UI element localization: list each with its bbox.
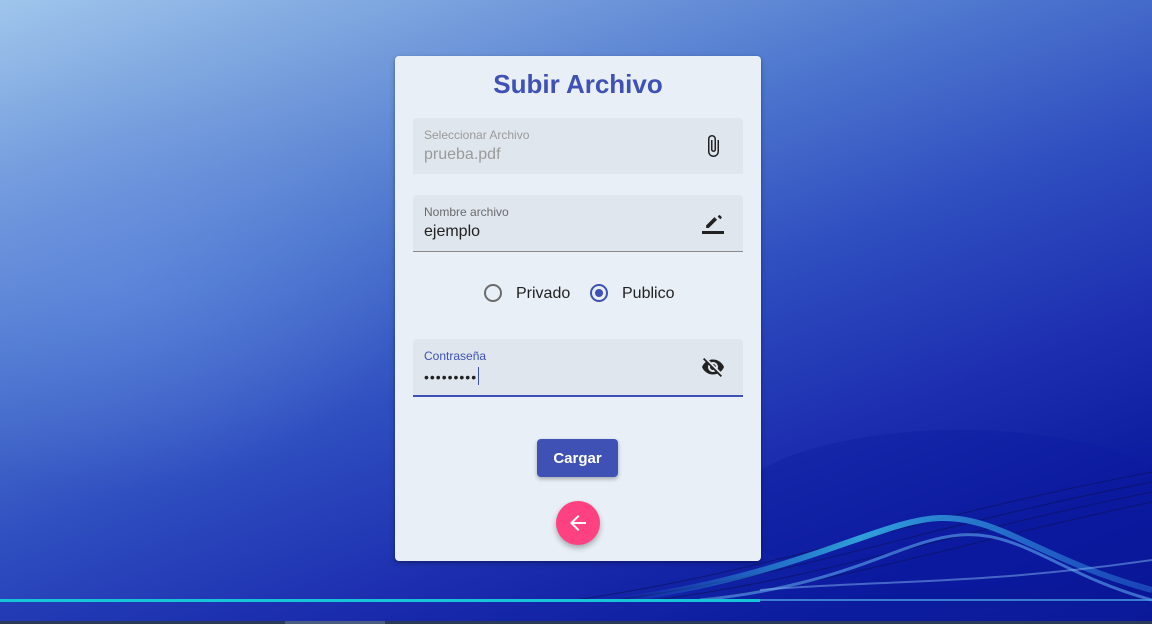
pencil-icon bbox=[701, 211, 725, 235]
back-fab-button[interactable] bbox=[556, 501, 600, 545]
cargar-button[interactable]: Cargar bbox=[537, 439, 618, 477]
file-select-field[interactable]: Seleccionar Archivo prueba.pdf bbox=[413, 118, 743, 174]
password-dots: ••••••••• bbox=[424, 369, 478, 385]
upload-dialog: Subir Archivo Seleccionar Archivo prueba… bbox=[395, 56, 761, 561]
file-name-field[interactable]: Nombre archivo ejemplo bbox=[413, 195, 743, 252]
file-name-value[interactable]: ejemplo bbox=[424, 223, 480, 241]
eye-off-icon[interactable] bbox=[701, 355, 725, 379]
horizon-glow-line bbox=[0, 599, 760, 602]
text-caret bbox=[478, 367, 480, 386]
file-select-value: prueba.pdf bbox=[424, 146, 501, 163]
radio-privado-label[interactable]: Privado bbox=[516, 285, 570, 303]
paperclip-icon[interactable] bbox=[701, 134, 725, 158]
radio-publico-label[interactable]: Publico bbox=[622, 285, 674, 303]
radio-publico-circle[interactable] bbox=[590, 284, 608, 302]
radio-privado-circle[interactable] bbox=[484, 284, 502, 302]
password-field[interactable]: Contraseña ••••••••• bbox=[413, 339, 743, 397]
file-select-label: Seleccionar Archivo bbox=[424, 128, 530, 142]
arrow-left-icon bbox=[570, 515, 586, 531]
password-label: Contraseña bbox=[424, 349, 487, 363]
visibility-radio-group: Privado Publico bbox=[395, 283, 761, 307]
file-name-label: Nombre archivo bbox=[424, 205, 509, 219]
dialog-title: Subir Archivo bbox=[493, 69, 663, 99]
password-value[interactable]: ••••••••• bbox=[424, 367, 480, 387]
